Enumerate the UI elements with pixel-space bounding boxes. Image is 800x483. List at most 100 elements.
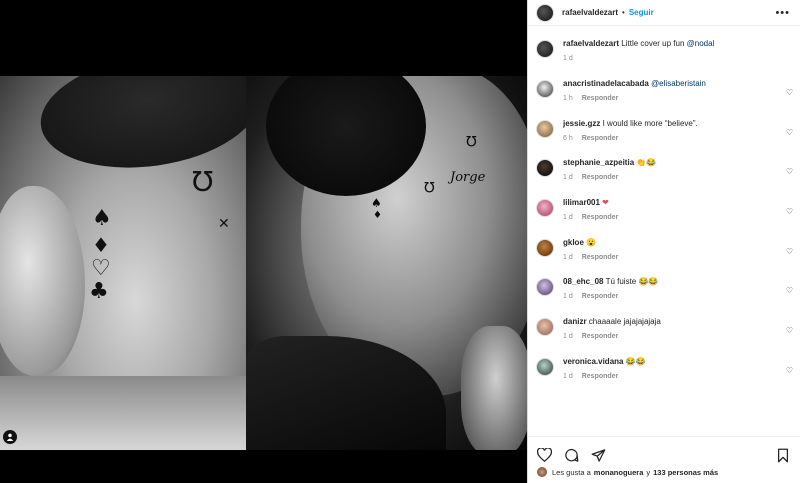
- likes-prefix: Les gusta a: [552, 467, 591, 477]
- diamond-tattoo: ♦: [92, 233, 110, 257]
- like-comment-heart-icon[interactable]: ♡: [786, 366, 793, 375]
- share-paper-plane-icon[interactable]: [591, 448, 606, 463]
- likes-user[interactable]: monanoguera: [594, 468, 644, 477]
- comment-time[interactable]: 1 d: [563, 174, 573, 181]
- author-avatar[interactable]: [536, 3, 554, 22]
- commenter-avatar[interactable]: [536, 357, 554, 376]
- comment-time[interactable]: 1 h: [563, 95, 573, 102]
- neck-shape: [0, 376, 246, 450]
- commenter-avatar[interactable]: [536, 238, 554, 257]
- comment-item: anacristinadelacabada @elisaberistain 1 …: [528, 78, 800, 118]
- caption-author[interactable]: rafaelvaldezart: [563, 39, 619, 48]
- reply-button[interactable]: Responder: [582, 214, 619, 221]
- commenter-avatar[interactable]: [536, 318, 554, 337]
- like-comment-heart-icon[interactable]: ♡: [786, 167, 793, 176]
- caption: rafaelvaldezart Little cover up fun @nod…: [528, 38, 800, 78]
- liker-avatar[interactable]: [537, 467, 547, 477]
- hair-shape: [33, 76, 246, 181]
- likes-suffix: y: [646, 467, 651, 477]
- follow-button[interactable]: Seguir: [629, 8, 654, 17]
- photo-before: ♠ ♦ ♡ ♣ Ω ✕: [0, 76, 246, 450]
- likes-summary: Les gusta a monanoguera y 133 personas m…: [528, 465, 800, 479]
- commenter-avatar[interactable]: [536, 159, 554, 178]
- comment-bubble-icon[interactable]: [564, 448, 579, 463]
- comment-item: danizr chaaaale jajajajajaja 1 d Responde…: [528, 316, 800, 356]
- comment-username[interactable]: 08_ehc_08: [563, 277, 603, 286]
- comment-text: ❤: [602, 198, 609, 208]
- caption-time[interactable]: 1 d: [563, 55, 573, 62]
- comment-text: Tú fuiste 😂😂: [605, 277, 659, 287]
- author-avatar[interactable]: [536, 40, 554, 58]
- horseshoe-tattoo: Ω: [466, 132, 477, 148]
- comment-time[interactable]: 6 h: [563, 135, 573, 142]
- like-comment-heart-icon[interactable]: ♡: [786, 286, 793, 295]
- like-comment-heart-icon[interactable]: ♡: [786, 207, 793, 216]
- like-heart-icon[interactable]: [537, 448, 552, 463]
- reply-button[interactable]: Responder: [582, 373, 619, 380]
- x-tattoo: ✕: [218, 216, 230, 232]
- comment-time[interactable]: 1 d: [563, 333, 573, 340]
- photo-after: Ω Ω Jorge ♠ ♦: [246, 76, 527, 450]
- more-horizontal-icon[interactable]: •••: [775, 7, 790, 19]
- reply-button[interactable]: Responder: [582, 174, 619, 181]
- caption-text-line: rafaelvaldezart Little cover up fun @nod…: [563, 38, 786, 49]
- commenter-avatar[interactable]: [536, 278, 554, 297]
- caption-text: Little cover up fun: [621, 39, 685, 48]
- diamond-tattoo: ♦: [373, 210, 382, 221]
- comment-username[interactable]: stephanie_azpeitia: [563, 158, 634, 167]
- club-tattoo: ♣: [89, 279, 109, 304]
- script-tattoo: Jorge: [450, 170, 486, 185]
- horseshoe-tattoo: Ω: [192, 164, 214, 197]
- comment-time[interactable]: 1 d: [563, 214, 573, 221]
- commenter-avatar[interactable]: [536, 119, 554, 138]
- commenter-avatar[interactable]: [536, 80, 554, 98]
- like-comment-heart-icon[interactable]: ♡: [786, 247, 793, 256]
- comment-time[interactable]: 1 d: [563, 254, 573, 261]
- comment-time[interactable]: 1 d: [563, 293, 573, 300]
- comment-username[interactable]: anacristinadelacabada: [563, 79, 649, 88]
- author-username[interactable]: rafaelvaldezart: [562, 8, 618, 17]
- likes-count[interactable]: 133 personas más: [653, 468, 718, 477]
- header-separator: •: [622, 8, 625, 17]
- caption-mention[interactable]: @nodal: [687, 39, 715, 48]
- comment-text: 😮: [586, 237, 597, 247]
- post-header: rafaelvaldezart • Seguir •••: [528, 0, 800, 26]
- like-comment-heart-icon[interactable]: ♡: [786, 326, 793, 335]
- comment-item: stephanie_azpeitia 👏😂 1 d Responder ♡: [528, 157, 800, 197]
- comment-username[interactable]: lilimar001: [563, 198, 600, 207]
- reply-button[interactable]: Responder: [582, 95, 619, 102]
- user-tag-icon[interactable]: [3, 430, 17, 444]
- action-bar: [528, 437, 800, 465]
- hand-shape: [461, 326, 527, 450]
- horseshoe-tattoo: Ω: [424, 178, 435, 194]
- comment-item: gkloe 😮 1 d Responder ♡: [528, 237, 800, 277]
- spade-tattoo: ♠: [371, 196, 382, 210]
- heart-tattoo: ♡: [91, 256, 111, 281]
- comment-time[interactable]: 1 d: [563, 373, 573, 380]
- comment-username[interactable]: danizr: [563, 317, 587, 326]
- comment-item: lilimar001 ❤ 1 d Responder ♡: [528, 197, 800, 237]
- spade-tattoo: ♠: [92, 206, 112, 231]
- ear-shape: [0, 186, 85, 376]
- commenter-avatar[interactable]: [536, 199, 554, 218]
- reply-button[interactable]: Responder: [582, 333, 619, 340]
- post-footer: Les gusta a monanoguera y 133 personas m…: [528, 436, 800, 483]
- comment-mention[interactable]: @elisaberistain: [651, 79, 706, 88]
- comment-item: jessie.gzz I would like more “believe”. …: [528, 118, 800, 158]
- bookmark-icon[interactable]: [775, 448, 790, 463]
- like-comment-heart-icon[interactable]: ♡: [786, 128, 793, 137]
- reply-button[interactable]: Responder: [582, 293, 619, 300]
- like-comment-heart-icon[interactable]: ♡: [786, 88, 793, 97]
- post-side-panel: rafaelvaldezart • Seguir ••• rafaelvalde…: [527, 0, 800, 483]
- comment-username[interactable]: jessie.gzz: [563, 119, 600, 128]
- post-media[interactable]: ♠ ♦ ♡ ♣ Ω ✕ Ω Ω Jorge ♠ ♦: [0, 0, 527, 483]
- comment-item: 08_ehc_08 Tú fuiste 😂😂 1 d Responder ♡: [528, 276, 800, 316]
- reply-button[interactable]: Responder: [582, 254, 619, 261]
- comment-text: 😂😂: [625, 356, 646, 366]
- comment-username[interactable]: gkloe: [563, 238, 584, 247]
- comment-text: 👏😂: [636, 158, 657, 168]
- reply-button[interactable]: Responder: [582, 135, 619, 142]
- comment-text: chaaaale jajajajajaja: [588, 317, 661, 327]
- comment-item: veronica.vidana 😂😂 1 d Responder ♡: [528, 356, 800, 396]
- comment-username[interactable]: veronica.vidana: [563, 357, 623, 366]
